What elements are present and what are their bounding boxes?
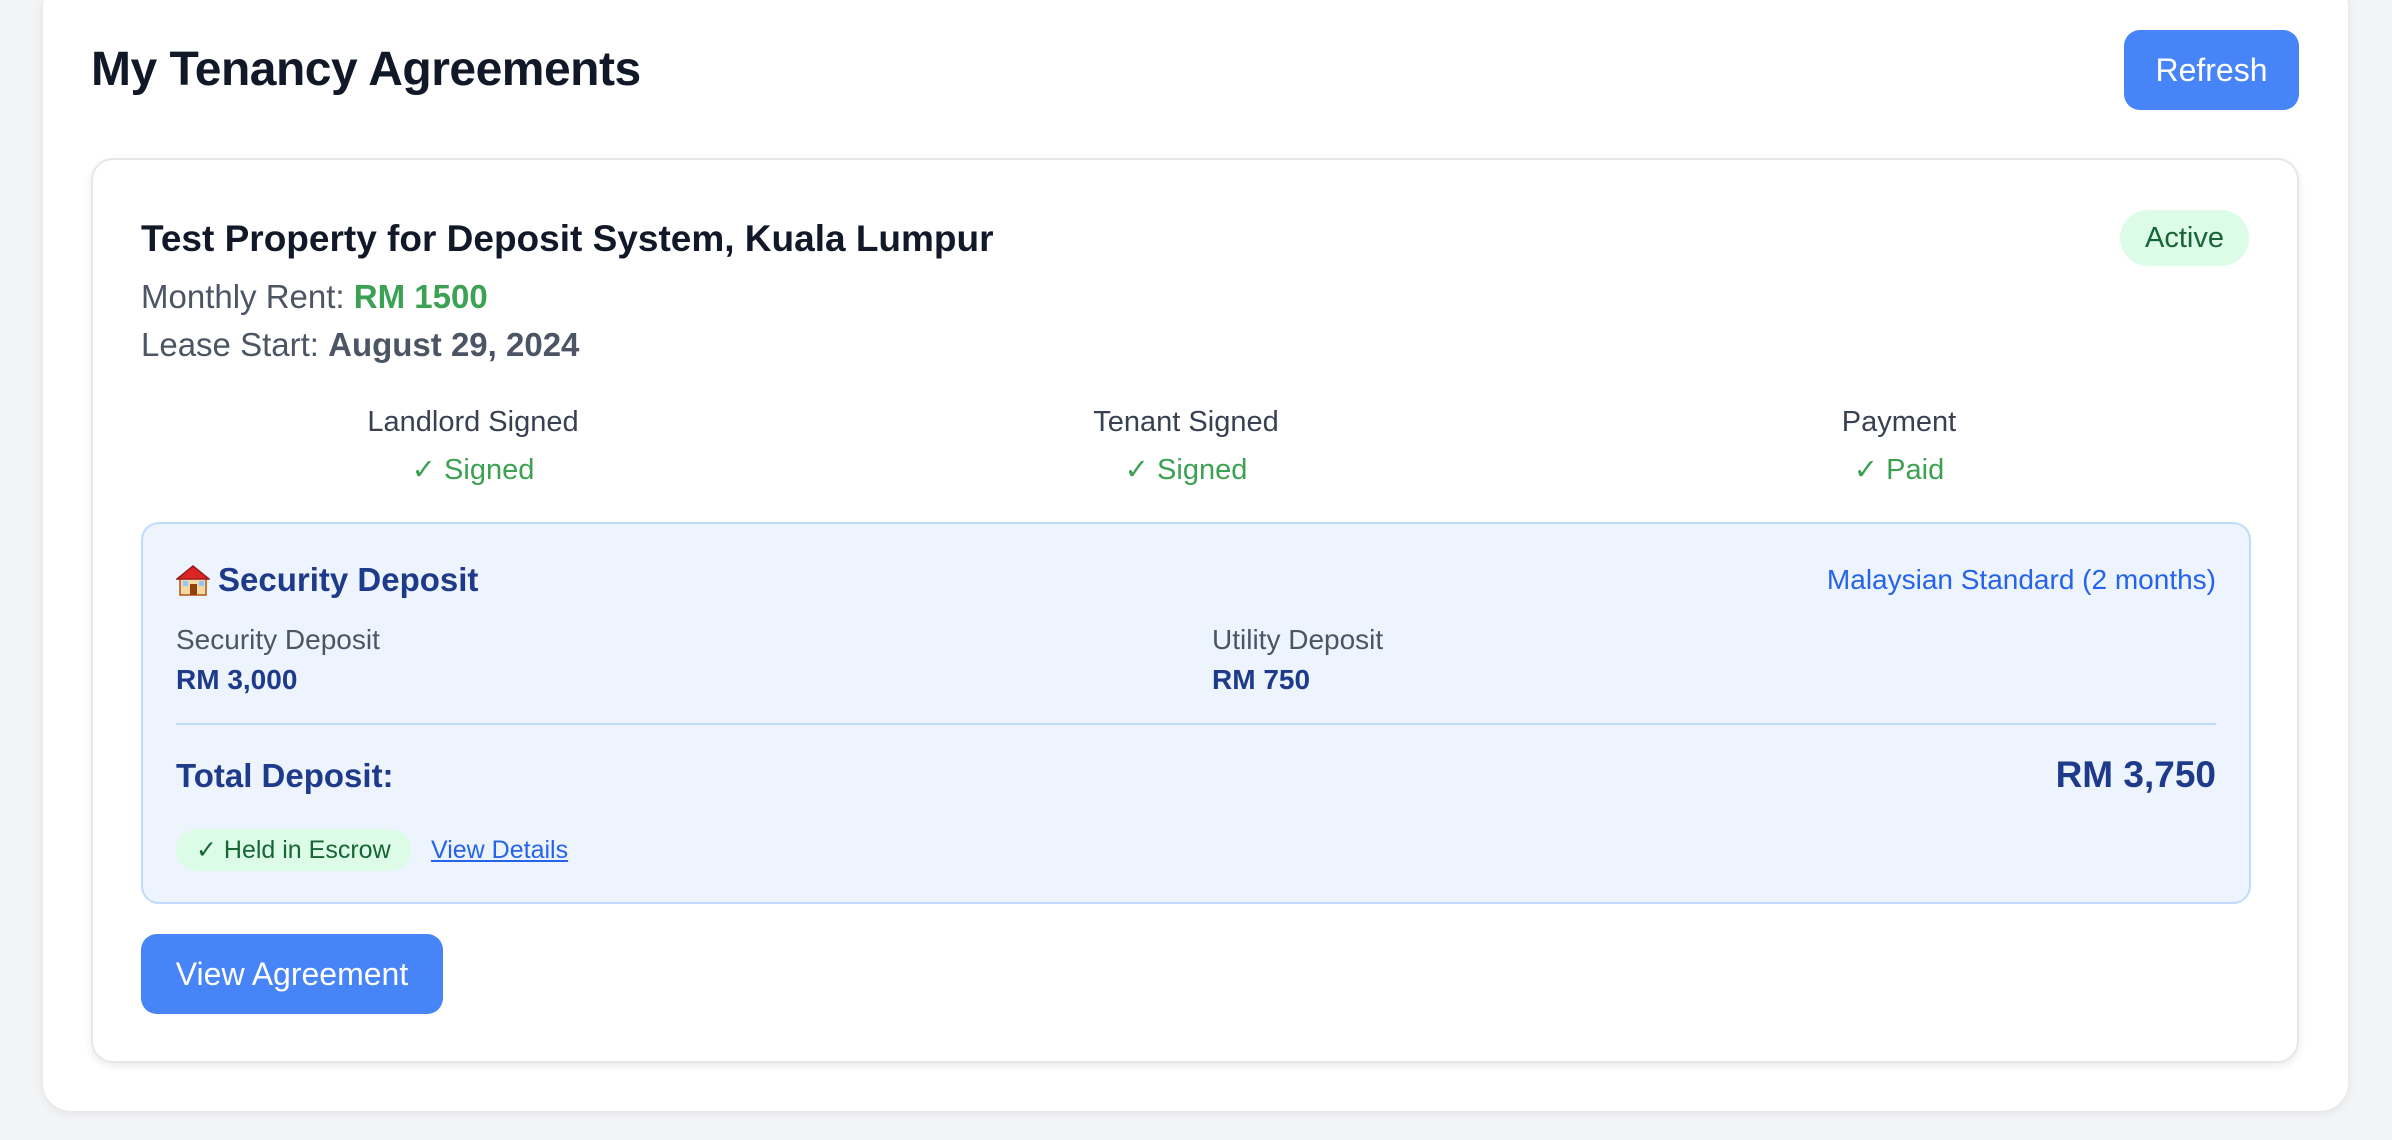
status-badge: Active <box>2120 210 2249 266</box>
house-icon <box>174 563 212 597</box>
security-deposit-value: RM 3,000 <box>176 664 298 695</box>
view-agreement-button[interactable]: View Agreement <box>141 934 443 1014</box>
total-deposit-label: Total Deposit: <box>176 757 394 794</box>
payment-label: Payment <box>1841 406 1957 438</box>
monthly-rent-label: Monthly Rent: <box>141 278 345 315</box>
tenant-signed-status: Tenant Signed ✓ Signed <box>936 404 1436 488</box>
deposit-standard: Malaysian Standard (2 months) <box>1826 564 2216 595</box>
view-details-link[interactable]: View Details <box>431 834 568 866</box>
utility-deposit-value: RM 750 <box>1212 664 1311 695</box>
agreement-card: Test Property for Deposit System, Kuala … <box>91 158 2299 1063</box>
page-title: My Tenancy Agreements <box>91 43 641 96</box>
security-deposit-item: Security Deposit RM 3,000 <box>176 622 380 698</box>
payment-status: Payment ✓ Paid <box>1649 404 2149 488</box>
tenant-signed-label: Tenant Signed <box>1093 406 1279 438</box>
utility-deposit-label: Utility Deposit <box>1212 624 1384 655</box>
deposit-heading-text: Security Deposit <box>218 561 479 598</box>
lease-start: Lease Start: August 29, 2024 <box>141 324 579 366</box>
utility-deposit-item: Utility Deposit RM 750 <box>1212 622 1383 698</box>
landlord-signed-label: Landlord Signed <box>367 406 579 438</box>
landlord-signed-status: Landlord Signed ✓ Signed <box>223 404 723 488</box>
security-deposit-label: Security Deposit <box>176 624 380 655</box>
landlord-signed-value: ✓ Signed <box>411 454 535 486</box>
payment-value: ✓ Paid <box>1853 454 1945 486</box>
deposit-heading: Security Deposit <box>174 560 479 600</box>
lease-start-label: Lease Start: <box>141 326 319 363</box>
refresh-button[interactable]: Refresh <box>2124 30 2299 110</box>
deposit-divider <box>176 723 2216 725</box>
total-deposit-value: RM 3,750 <box>2055 754 2216 795</box>
monthly-rent-value: RM 1500 <box>353 278 488 315</box>
lease-start-value: August 29, 2024 <box>328 326 580 363</box>
escrow-status-badge: ✓ Held in Escrow <box>176 829 411 871</box>
tenant-signed-value: ✓ Signed <box>1124 454 1248 486</box>
property-title: Test Property for Deposit System, Kuala … <box>141 218 994 259</box>
security-deposit-panel: Security Deposit Malaysian Standard (2 m… <box>141 522 2251 904</box>
monthly-rent: Monthly Rent: RM 1500 <box>141 276 488 318</box>
